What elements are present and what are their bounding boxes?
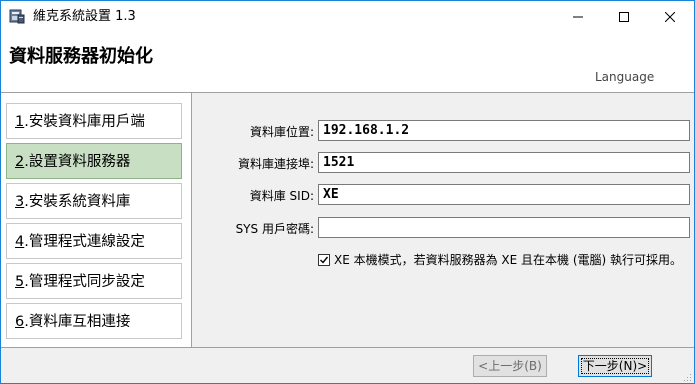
db-location-input[interactable]: 192.168.1.2 bbox=[318, 120, 690, 141]
window-title: 維克系統設置 1.3 bbox=[33, 9, 136, 24]
language-link[interactable]: Language bbox=[595, 70, 654, 84]
maximize-button[interactable] bbox=[601, 1, 647, 32]
db-port-input[interactable]: 1521 bbox=[318, 152, 690, 173]
step-label: .安裝資料庫用戶端 bbox=[24, 114, 145, 130]
db-port-label: 資料庫連接埠: bbox=[237, 157, 314, 171]
step-label: .管理程式連線設定 bbox=[24, 234, 145, 250]
xe-local-mode-checkbox[interactable] bbox=[318, 253, 330, 266]
minimize-button[interactable] bbox=[555, 1, 601, 32]
maximize-icon bbox=[619, 11, 629, 22]
step-number: 1 bbox=[15, 114, 25, 130]
sys-password-label: SYS 用戶密碼: bbox=[235, 222, 314, 236]
step-label: .安裝系統資料庫 bbox=[24, 194, 131, 210]
title-bar[interactable]: 維克系統設置 1.3 bbox=[1, 1, 694, 32]
step-label: .管理程式同步設定 bbox=[24, 274, 145, 290]
settings-form: 資料庫位置: 192.168.1.2 資料庫連接埠: 1521 資料庫 SID:… bbox=[192, 93, 694, 347]
steps-sidebar: 1.安裝資料庫用戶端 2.設置資料服務器 3.安裝系統資料庫 4.管理程式連線設… bbox=[1, 93, 192, 347]
checkmark-icon bbox=[320, 256, 329, 264]
back-button[interactable]: <上一步(B) bbox=[473, 355, 547, 377]
step-number: 5 bbox=[15, 274, 25, 290]
step-number: 2 bbox=[15, 154, 25, 170]
installer-window: 維克系統設置 1.3 資料服務器初始化 Language 1.安裝資料庫用戶端 … bbox=[0, 0, 695, 384]
footer-bar: <上一步(B) 下一步(N)> bbox=[1, 347, 694, 383]
step-manager-connection[interactable]: 4.管理程式連線設定 bbox=[6, 223, 182, 259]
step-label: .資料庫互相連接 bbox=[24, 314, 131, 330]
next-button[interactable]: 下一步(N)> bbox=[578, 355, 652, 377]
sys-password-input[interactable] bbox=[318, 217, 690, 238]
minimize-icon bbox=[573, 16, 583, 17]
step-manager-sync[interactable]: 5.管理程式同步設定 bbox=[6, 263, 182, 299]
step-number: 6 bbox=[15, 314, 25, 330]
page-title: 資料服務器初始化 bbox=[9, 46, 153, 67]
db-sid-label: 資料庫 SID: bbox=[249, 189, 314, 203]
db-sid-input[interactable]: XE bbox=[318, 184, 690, 205]
close-icon bbox=[665, 11, 675, 22]
step-number: 3 bbox=[15, 194, 25, 210]
xe-local-mode-option[interactable]: XE 本機模式，若資料服務器為 XE 且在本機 (電腦) 執行可採用。 bbox=[318, 251, 682, 268]
resize-grip-icon[interactable] bbox=[682, 372, 692, 382]
next-button-label: 下一步(N)> bbox=[581, 358, 649, 374]
step-setup-data-server[interactable]: 2.設置資料服務器 bbox=[6, 143, 182, 179]
close-button[interactable] bbox=[647, 1, 693, 32]
header-panel: 資料服務器初始化 Language bbox=[1, 32, 694, 93]
xe-local-mode-label: XE 本機模式，若資料服務器為 XE 且在本機 (電腦) 執行可採用。 bbox=[334, 253, 683, 267]
step-label: .設置資料服務器 bbox=[24, 154, 131, 170]
db-location-label: 資料庫位置: bbox=[249, 125, 314, 139]
step-install-system-db[interactable]: 3.安裝系統資料庫 bbox=[6, 183, 182, 219]
step-db-interconnect[interactable]: 6.資料庫互相連接 bbox=[6, 303, 182, 339]
step-number: 4 bbox=[15, 234, 25, 250]
step-install-db-client[interactable]: 1.安裝資料庫用戶端 bbox=[6, 103, 182, 139]
app-icon bbox=[9, 9, 25, 24]
